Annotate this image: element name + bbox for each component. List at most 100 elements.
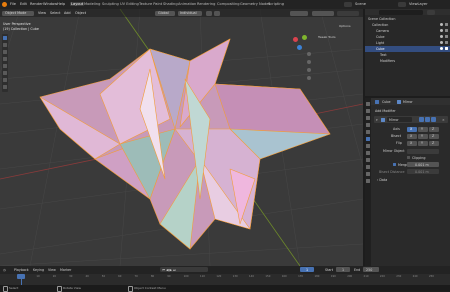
collapse-chevron-icon[interactable]: ▾ [376,118,378,122]
cursor-tool-icon[interactable] [3,43,7,47]
outliner-row-cube[interactable]: Cube [376,35,385,39]
scene-selector[interactable]: Scene [355,2,366,6]
options-menu[interactable]: Options [339,24,351,28]
timeline-editor-icon[interactable]: ◷ [3,268,6,272]
visibility-eye-icon[interactable] [440,23,443,26]
data-subpanel-header[interactable]: › Data [377,178,387,182]
scale-tool-icon[interactable] [3,64,7,68]
menu-object[interactable]: Object [75,11,86,15]
modifier-tab-icon[interactable] [366,137,370,141]
play-buttons-icon[interactable]: ⏮◀▶⏭ [162,268,177,272]
material-tab-icon[interactable] [366,172,370,176]
tab-uv-editing[interactable]: UV Editing [120,2,139,6]
visibility-eye-icon[interactable] [440,35,443,38]
modifier-name-label[interactable]: Mirror [389,118,399,122]
view-layer-icon[interactable] [398,2,406,7]
measure-tool-icon[interactable] [3,85,7,89]
snap-icon[interactable] [206,10,212,16]
pan-icon[interactable] [307,60,311,64]
outliner-row-text[interactable]: Text [380,53,387,57]
outliner-row-collection[interactable]: Collection [372,23,388,27]
y-axis-gizmo-icon[interactable] [302,35,307,40]
tab-scripting[interactable]: Scripting [268,2,284,6]
mode-label[interactable]: Object Mode [5,11,26,15]
tab-geometry-nodes[interactable]: Geometry Nodes [240,2,270,6]
transform-orientation-label[interactable]: Global [158,11,169,15]
menu-render[interactable]: Render [30,2,43,6]
close-icon[interactable]: × [442,118,445,122]
annotate-tool-icon[interactable] [3,78,7,82]
menu-playback[interactable]: Playback [14,268,29,272]
edit-mode-toggle[interactable] [419,117,424,122]
viewport-shading-dropdown[interactable] [337,10,359,16]
tab-layout[interactable]: Layout [70,1,85,6]
3d-viewport[interactable]: User Perspective (19) Collection | Cube … [0,9,363,266]
menu-view[interactable]: View [38,11,46,15]
shading-mode-buttons[interactable] [312,10,334,16]
outliner-row-scene-collection[interactable]: Scene Collection [368,17,395,21]
zoom-icon[interactable] [307,52,311,56]
outliner-row-camera[interactable]: Camera [376,29,389,33]
z-axis-gizmo-icon[interactable] [297,45,302,50]
frame-ruler[interactable]: 0102030405060708090100110120130140150160… [0,274,450,279]
crystal-mesh-object[interactable] [39,38,331,250]
outliner-row-modifiers[interactable]: Modifiers [380,59,395,63]
outliner-row-light[interactable]: Light [376,41,384,45]
pivot-label[interactable]: Individual [180,11,197,15]
tab-compositing[interactable]: Compositing [217,2,240,6]
constraints-tab-icon[interactable] [366,158,370,162]
visibility-eye-icon[interactable] [440,47,443,50]
render-tab-icon[interactable] [366,109,370,113]
x-axis-gizmo-icon[interactable] [293,37,298,42]
render-camera-icon[interactable] [445,35,448,38]
tab-modeling[interactable]: Modeling [84,2,100,6]
visibility-eye-icon[interactable] [440,29,443,32]
timeline-track[interactable]: 0102030405060708090100110120130140150160… [0,274,450,285]
visibility-eye-icon[interactable] [440,41,443,44]
menu-keying[interactable]: Keying [33,268,44,272]
tab-rendering[interactable]: Rendering [197,2,215,6]
scene-tab-icon[interactable] [366,123,370,127]
clipping-checkbox[interactable] [407,156,410,159]
texture-tab-icon[interactable] [366,179,370,183]
render-camera-icon[interactable] [445,29,448,32]
filter-icon[interactable] [427,9,435,15]
menu-window[interactable]: Window [43,2,57,6]
object-tab-icon[interactable] [366,130,370,134]
render-camera-icon[interactable] [445,23,448,26]
transform-tool-icon[interactable] [3,71,7,75]
modifier-panel-header[interactable]: ▾ Mirror × [374,116,448,123]
menu-select[interactable]: Select [50,11,60,15]
scene-icon[interactable] [344,2,352,7]
viewport-toggle[interactable] [425,117,430,122]
menu-file[interactable]: File [10,2,16,6]
view-layer-selector[interactable]: ViewLayer [409,2,428,6]
playhead-frame-badge[interactable] [17,274,25,279]
menu-add[interactable]: Add [64,11,71,15]
tweak-tools-label[interactable]: Tweak Tools [318,35,336,39]
mirror-object-field[interactable] [407,148,439,154]
outliner-search-field[interactable] [379,9,423,15]
object-name[interactable]: Cube [382,100,391,104]
menu-help[interactable]: Help [57,2,65,6]
particles-tab-icon[interactable] [366,144,370,148]
overlay-toggles[interactable] [290,10,308,16]
merge-checkbox[interactable] [393,163,396,166]
tab-animation[interactable]: Animation [178,2,196,6]
move-tool-icon[interactable] [3,50,7,54]
select-tool-icon[interactable] [3,36,7,40]
blender-logo-icon[interactable] [2,2,7,7]
render-camera-icon[interactable] [445,47,448,50]
menu-timeline-view[interactable]: View [48,268,56,272]
render-toggle[interactable] [431,117,436,122]
tool-tab-icon[interactable] [366,102,370,106]
tab-texture-paint[interactable]: Texture Paint [139,2,162,6]
menu-marker[interactable]: Marker [60,268,71,272]
render-camera-icon[interactable] [445,41,448,44]
camera-view-icon[interactable] [307,68,311,72]
tab-sculpting[interactable]: Sculpting [102,2,119,6]
proportional-edit-icon[interactable] [214,10,220,16]
menu-edit[interactable]: Edit [20,2,27,6]
physics-tab-icon[interactable] [366,151,370,155]
outliner-row-cube-selected[interactable]: Cube [376,47,385,51]
